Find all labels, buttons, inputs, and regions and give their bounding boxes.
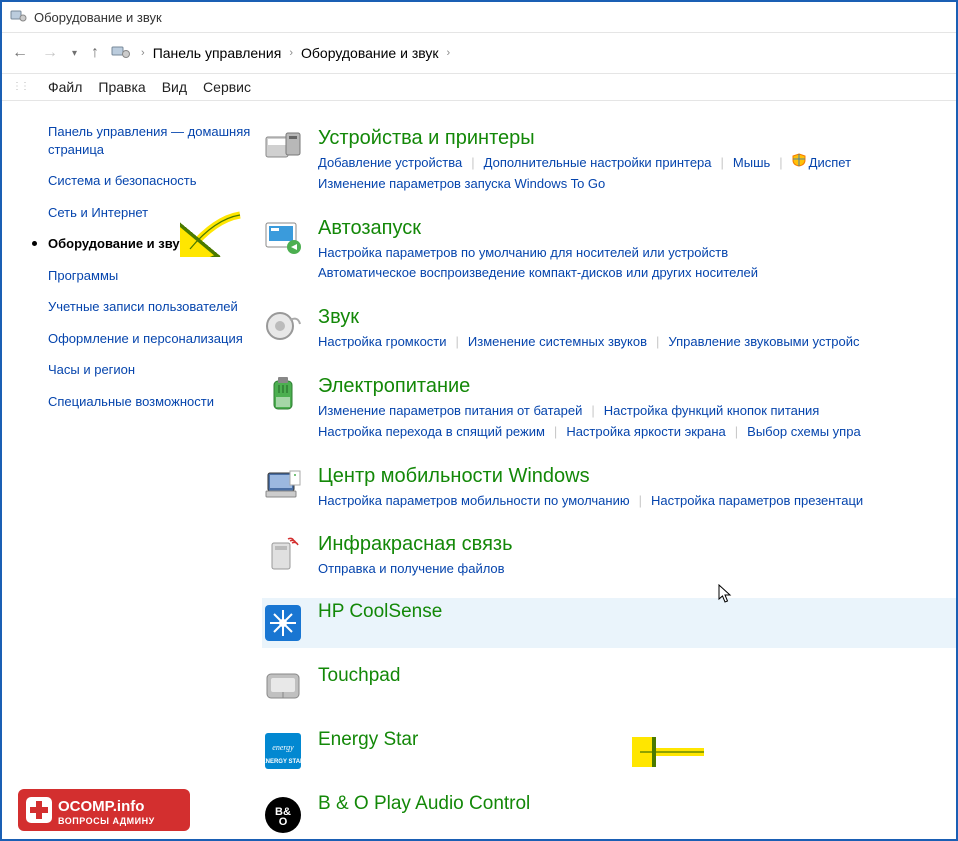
category-title[interactable]: Touchpad <box>318 666 956 687</box>
sidebar-item[interactable]: Программы <box>48 267 252 285</box>
category-item[interactable]: B&O B & O Play Audio Control <box>262 790 956 840</box>
category-link[interactable]: Выбор схемы упра <box>747 422 861 443</box>
nav-dropdown-icon[interactable]: ▾ <box>72 48 77 59</box>
menu-bar: ⋮⋮ Файл Правка Вид Сервис <box>2 74 956 100</box>
category-icon <box>262 666 304 708</box>
svg-text:ВОПРОСЫ АДМИНУ: ВОПРОСЫ АДМИНУ <box>58 816 155 826</box>
category-link[interactable]: Настройка функций кнопок питания <box>604 401 820 422</box>
menu-view[interactable]: Вид <box>162 79 187 95</box>
category-link[interactable]: Настройка параметров презентаци <box>651 491 863 512</box>
category-link[interactable]: Изменение параметров питания от батарей <box>318 401 582 422</box>
category-icon <box>262 127 304 169</box>
svg-text:O: O <box>279 816 288 828</box>
category-link[interactable]: Настройка яркости экрана <box>566 422 725 443</box>
sidebar-item[interactable]: Учетные записи пользователей <box>48 298 252 316</box>
category-link[interactable]: Настройка громкости <box>318 332 447 353</box>
nav-forward-icon[interactable]: → <box>42 44 58 62</box>
breadcrumb: › Панель управления › Оборудование и зву… <box>111 43 452 64</box>
category-title[interactable]: Energy Star <box>318 730 956 751</box>
nav-back-icon[interactable]: ← <box>12 44 28 62</box>
breadcrumb-root[interactable]: Панель управления <box>153 45 282 61</box>
main-panel: Устройства и принтеры Добавление устройст… <box>262 123 956 841</box>
shield-icon <box>792 153 806 174</box>
category-icon <box>262 465 304 507</box>
sidebar-home[interactable]: Панель управления — домашняя страница <box>48 123 252 158</box>
category-item[interactable]: Touchpad <box>262 662 956 712</box>
category-title[interactable]: Инфракрасная связь <box>318 533 956 555</box>
category-link[interactable]: Настройка параметров по умолчанию для но… <box>318 243 728 264</box>
category-link[interactable]: Диспет <box>809 153 851 174</box>
chevron-right-icon[interactable]: › <box>139 47 147 59</box>
svg-text:energy: energy <box>272 743 294 752</box>
category-link[interactable]: Дополнительные настройки принтера <box>484 153 712 174</box>
category-title[interactable]: Электропитание <box>318 375 956 397</box>
sidebar-item[interactable]: Сеть и Интернет <box>48 204 252 222</box>
category-link[interactable]: Настройка параметров мобильности по умол… <box>318 491 630 512</box>
category-link[interactable]: Отправка и получение файлов <box>318 559 505 580</box>
titlebar: Оборудование и звук <box>2 2 956 32</box>
category-icon: energy ENERGY STAR <box>262 730 304 772</box>
category-icon <box>262 602 304 644</box>
nav-up-icon[interactable]: ↑ <box>91 44 99 62</box>
grip-icon: ⋮⋮ <box>12 84 28 90</box>
category-item[interactable]: Центр мобильности Windows Настройка парам… <box>262 461 956 516</box>
category-title[interactable]: Устройства и принтеры <box>318 127 956 149</box>
sidebar: Панель управления — домашняя страница Си… <box>2 123 262 841</box>
sidebar-item[interactable]: Система и безопасность <box>48 172 252 190</box>
category-link[interactable]: Изменение параметров запуска Windows To … <box>318 174 605 195</box>
category-link[interactable]: Изменение системных звуков <box>468 332 647 353</box>
category-link[interactable]: Добавление устройства <box>318 153 462 174</box>
watermark: OCOMP.info ВОПРОСЫ АДМИНУ <box>18 789 190 834</box>
category-title[interactable]: B & O Play Audio Control <box>318 794 956 815</box>
category-link[interactable]: Настройка перехода в спящий режим <box>318 422 545 443</box>
category-item[interactable]: ЗвукНастройка громкости|Изменение систем… <box>262 302 956 357</box>
category-item[interactable]: Инфракрасная связь Отправка и получение ф… <box>262 529 956 584</box>
sidebar-item[interactable]: Специальные возможности <box>48 393 252 411</box>
category-icon <box>262 217 304 259</box>
category-item[interactable]: Автозапуск Настройка параметров по умолча… <box>262 213 956 289</box>
menu-service[interactable]: Сервис <box>203 79 251 95</box>
sidebar-item[interactable]: Часы и регион <box>48 361 252 379</box>
category-icon <box>262 306 304 348</box>
category-item[interactable]: Электропитание Изменение параметров питан… <box>262 371 956 447</box>
svg-text:ENERGY STAR: ENERGY STAR <box>262 759 304 765</box>
app-icon <box>10 7 28 28</box>
category-icon: B&O <box>262 794 304 836</box>
category-link[interactable]: Управление звуковыми устройс <box>668 332 859 353</box>
chevron-right-icon[interactable]: › <box>287 47 295 59</box>
address-bar: ← → ▾ ↑ › Панель управления › Оборудован… <box>2 33 956 73</box>
sidebar-item[interactable]: Оформление и персонализация <box>48 330 252 348</box>
sidebar-item[interactable]: Оборудование и звук <box>48 235 252 253</box>
chevron-right-icon[interactable]: › <box>445 47 453 59</box>
breadcrumb-section[interactable]: Оборудование и звук <box>301 45 439 61</box>
category-item[interactable]: energy ENERGY STAR Energy Star <box>262 726 956 776</box>
category-title[interactable]: Звук <box>318 306 956 328</box>
menu-file[interactable]: Файл <box>48 79 82 95</box>
category-title[interactable]: Автозапуск <box>318 217 956 239</box>
category-link[interactable]: Мышь <box>733 153 770 174</box>
category-icon <box>262 533 304 575</box>
category-title[interactable]: Центр мобильности Windows <box>318 465 956 487</box>
category-icon <box>262 375 304 417</box>
menu-edit[interactable]: Правка <box>98 79 145 95</box>
category-link[interactable]: Автоматическое воспроизведение компакт-д… <box>318 263 758 284</box>
window-title: Оборудование и звук <box>34 10 162 25</box>
category-title[interactable]: HP CoolSense <box>318 602 956 623</box>
breadcrumb-icon <box>111 43 133 64</box>
category-item[interactable]: Устройства и принтеры Добавление устройст… <box>262 123 956 199</box>
category-item[interactable]: HP CoolSense <box>262 598 956 648</box>
svg-text:OCOMP.info: OCOMP.info <box>58 798 144 815</box>
